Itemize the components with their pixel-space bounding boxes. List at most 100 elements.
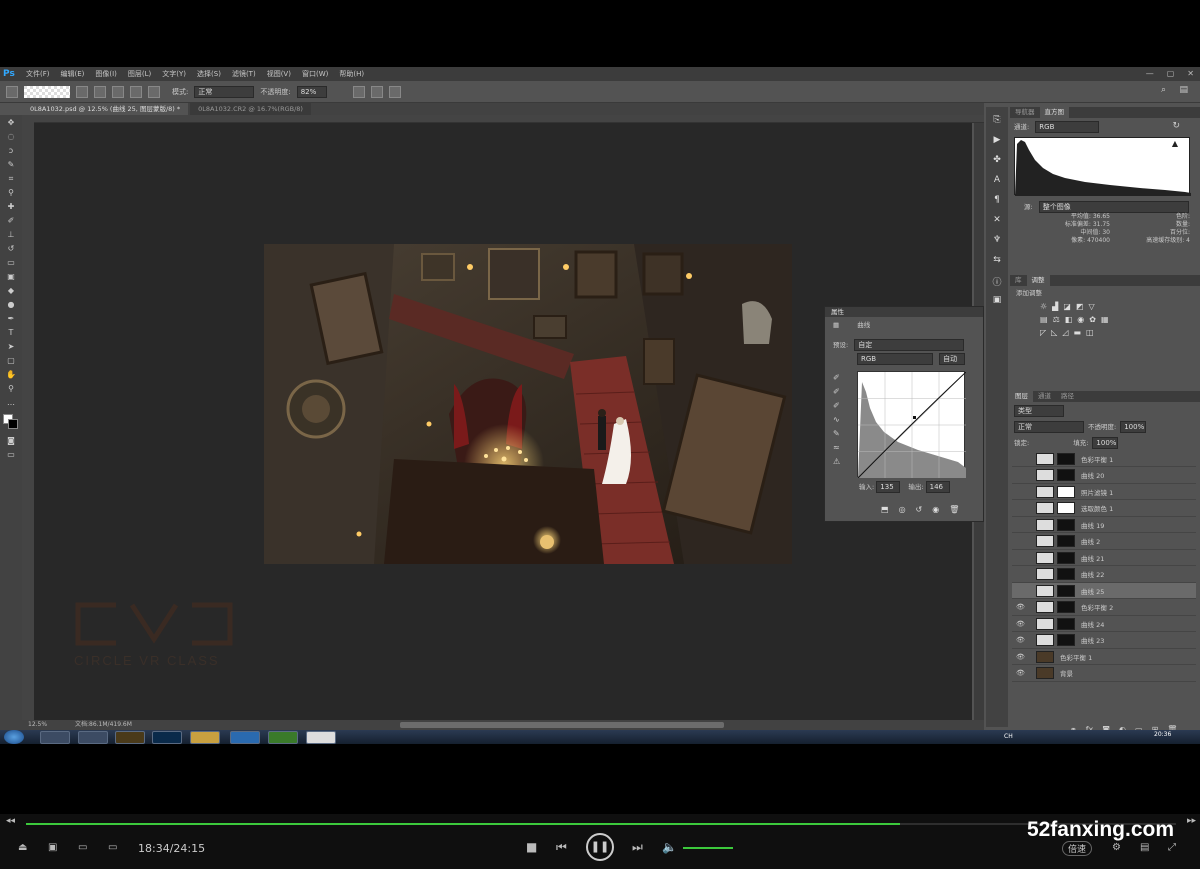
forward-icon[interactable]: ▸▸ xyxy=(1187,816,1196,826)
gradient-type-linear[interactable] xyxy=(76,85,88,98)
output-field[interactable]: 146 xyxy=(925,481,950,493)
character-icon[interactable]: A xyxy=(990,175,1004,187)
layer-row[interactable]: 👁 色彩平衡 1 xyxy=(1012,649,1196,665)
info-icon[interactable]: ▣ xyxy=(48,842,57,853)
visibility-eye-icon[interactable]: 👁 xyxy=(1016,603,1026,611)
levels-icon[interactable]: ▟ xyxy=(1052,302,1058,311)
paragraph-icon[interactable]: ¶ xyxy=(990,195,1004,207)
clip-to-layer-icon[interactable]: ⬒ xyxy=(881,505,889,514)
tab-adjustments[interactable]: 调整 xyxy=(1026,275,1050,286)
eraser-icon[interactable]: ▭ xyxy=(4,257,18,269)
horizontal-scrollbar[interactable] xyxy=(400,722,724,728)
shape-tool-icon[interactable]: ▢ xyxy=(4,355,18,367)
curves-icon[interactable]: ◪ xyxy=(1063,302,1071,311)
menu-filter[interactable]: 滤镜(T) xyxy=(232,69,256,79)
menu-type[interactable]: 文字(Y) xyxy=(162,69,186,79)
layer-mask-thumbnail[interactable] xyxy=(1057,502,1075,514)
volume-slider[interactable] xyxy=(683,847,733,849)
gradient-picker[interactable] xyxy=(24,85,70,98)
crop-tool-icon[interactable]: ⌗ xyxy=(4,173,18,185)
taskbar-app-7[interactable] xyxy=(268,731,298,744)
tab-paths[interactable]: 路径 xyxy=(1056,391,1079,402)
marquee-tool-icon[interactable]: ◌ xyxy=(4,131,18,143)
preset-select[interactable]: 自定 xyxy=(854,339,965,351)
layer-mask-thumbnail[interactable] xyxy=(1057,601,1075,613)
more-tools-icon[interactable]: … xyxy=(4,397,18,409)
layer-mask-thumbnail[interactable] xyxy=(1057,568,1075,580)
layer-opacity-field[interactable]: 100% xyxy=(1120,421,1147,433)
fullscreen-icon[interactable]: ⤢ xyxy=(1168,842,1176,853)
menu-edit[interactable]: 编辑(E) xyxy=(61,69,85,79)
hue-sat-icon[interactable]: ▤ xyxy=(1040,315,1048,324)
menu-layer[interactable]: 图层(L) xyxy=(128,69,151,79)
settings-icon[interactable]: ⚙ xyxy=(1112,842,1121,853)
view-previous-icon[interactable]: ◎ xyxy=(899,505,906,514)
eject-icon[interactable]: ⏏ xyxy=(18,842,27,853)
black-eyedropper-icon[interactable]: ✐ xyxy=(833,373,840,382)
layer-mask-thumbnail[interactable] xyxy=(1057,584,1075,597)
screen-icon[interactable]: ▭ xyxy=(108,842,117,853)
brush-tool-icon[interactable]: ✐ xyxy=(4,215,18,227)
taskbar-word[interactable] xyxy=(230,731,260,744)
quick-select-icon[interactable]: ✎ xyxy=(4,159,18,171)
eyedropper-icon[interactable]: ⚲ xyxy=(4,187,18,199)
layer-mask-thumbnail[interactable] xyxy=(1057,518,1075,531)
adjust-sliders-icon[interactable]: ⇆ xyxy=(990,255,1004,267)
gradient-type-angle[interactable] xyxy=(112,85,124,98)
layer-row[interactable]: 选取颜色 1 xyxy=(1012,501,1196,517)
reverse-checkbox[interactable] xyxy=(352,85,365,98)
blur-tool-icon[interactable]: ◆ xyxy=(4,285,18,297)
menu-image[interactable]: 图像(I) xyxy=(95,69,117,79)
color-swatches[interactable] xyxy=(0,411,22,433)
tab-channels[interactable]: 通道 xyxy=(1033,391,1056,402)
menu-window[interactable]: 窗口(W) xyxy=(302,69,328,79)
tab-layers[interactable]: 图层 xyxy=(1010,391,1033,402)
taskbar-photoshop[interactable] xyxy=(152,731,182,744)
curve-point-icon[interactable]: ∿ xyxy=(833,415,840,424)
gradient-type-diamond[interactable] xyxy=(148,85,160,98)
mode-select[interactable]: 正常 xyxy=(194,85,255,98)
reset-icon[interactable]: ↺ xyxy=(916,505,923,514)
clipping-warning-icon[interactable]: ⚠ xyxy=(833,457,840,466)
next-icon[interactable]: ⏭ xyxy=(632,840,643,855)
taskbar-app-8[interactable] xyxy=(306,731,336,744)
layer-row[interactable]: 曲线 19 xyxy=(1012,517,1196,533)
gradient-map-icon[interactable]: ▬ xyxy=(1073,328,1081,337)
layer-row[interactable]: 曲线 22 xyxy=(1012,567,1196,583)
delete-adjustment-icon[interactable]: 🗑 xyxy=(949,505,959,514)
quick-mask-icon[interactable]: ◙ xyxy=(4,435,18,447)
layer-row[interactable]: 曲线 20 xyxy=(1012,468,1196,484)
layer-mask-thumbnail[interactable] xyxy=(1057,551,1075,564)
curve-channel-select[interactable]: RGB xyxy=(857,353,933,365)
visibility-eye-icon[interactable]: 👁 xyxy=(1016,669,1026,677)
smooth-icon[interactable]: ≈ xyxy=(833,443,840,452)
layer-mask-thumbnail[interactable] xyxy=(1057,535,1075,547)
layer-kind-filter[interactable]: 类型 xyxy=(1014,405,1064,417)
layer-row[interactable]: 👁 背景 xyxy=(1012,666,1196,682)
previous-icon[interactable]: ⏮ xyxy=(556,840,567,855)
dither-checkbox[interactable] xyxy=(370,85,383,98)
layer-row[interactable]: 曲线 2 xyxy=(1012,534,1196,550)
taskbar-chrome[interactable] xyxy=(78,731,108,744)
properties-dock-icon[interactable]: ▣ xyxy=(990,295,1004,307)
invert-icon[interactable]: ◸ xyxy=(1040,328,1046,337)
blend-mode-select[interactable]: 正常 xyxy=(1014,421,1084,433)
lasso-tool-icon[interactable]: ↄ xyxy=(4,145,18,157)
layer-row[interactable]: 👁 曲线 23 xyxy=(1012,633,1196,649)
input-field[interactable]: 135 xyxy=(876,481,901,493)
color-lookup-icon[interactable]: ▦ xyxy=(1101,315,1109,324)
pen-tool-icon[interactable]: ✒ xyxy=(4,313,18,325)
channel-select[interactable]: RGB xyxy=(1035,121,1100,133)
visibility-eye-icon[interactable]: 👁 xyxy=(1016,620,1026,628)
layer-row[interactable]: 色彩平衡 1 xyxy=(1012,451,1196,467)
workspace-icon[interactable]: ▤ xyxy=(1179,85,1188,95)
photo-filter-icon[interactable]: ◉ xyxy=(1077,315,1084,324)
type-tool-icon[interactable]: T xyxy=(4,327,18,339)
input-lang[interactable]: CH xyxy=(1004,733,1013,740)
info-circle-icon[interactable]: ⓘ xyxy=(990,275,1004,288)
brightness-icon[interactable]: ☼ xyxy=(1040,302,1047,311)
layer-row[interactable]: 👁 曲线 24 xyxy=(1012,616,1196,632)
visibility-eye-icon[interactable]: 👁 xyxy=(1016,636,1026,644)
white-eyedropper-icon[interactable]: ✐ xyxy=(833,401,840,410)
doc-tab-cr2[interactable]: 0L8A1032.CR2 @ 16.7%(RGB/8) xyxy=(190,103,311,115)
